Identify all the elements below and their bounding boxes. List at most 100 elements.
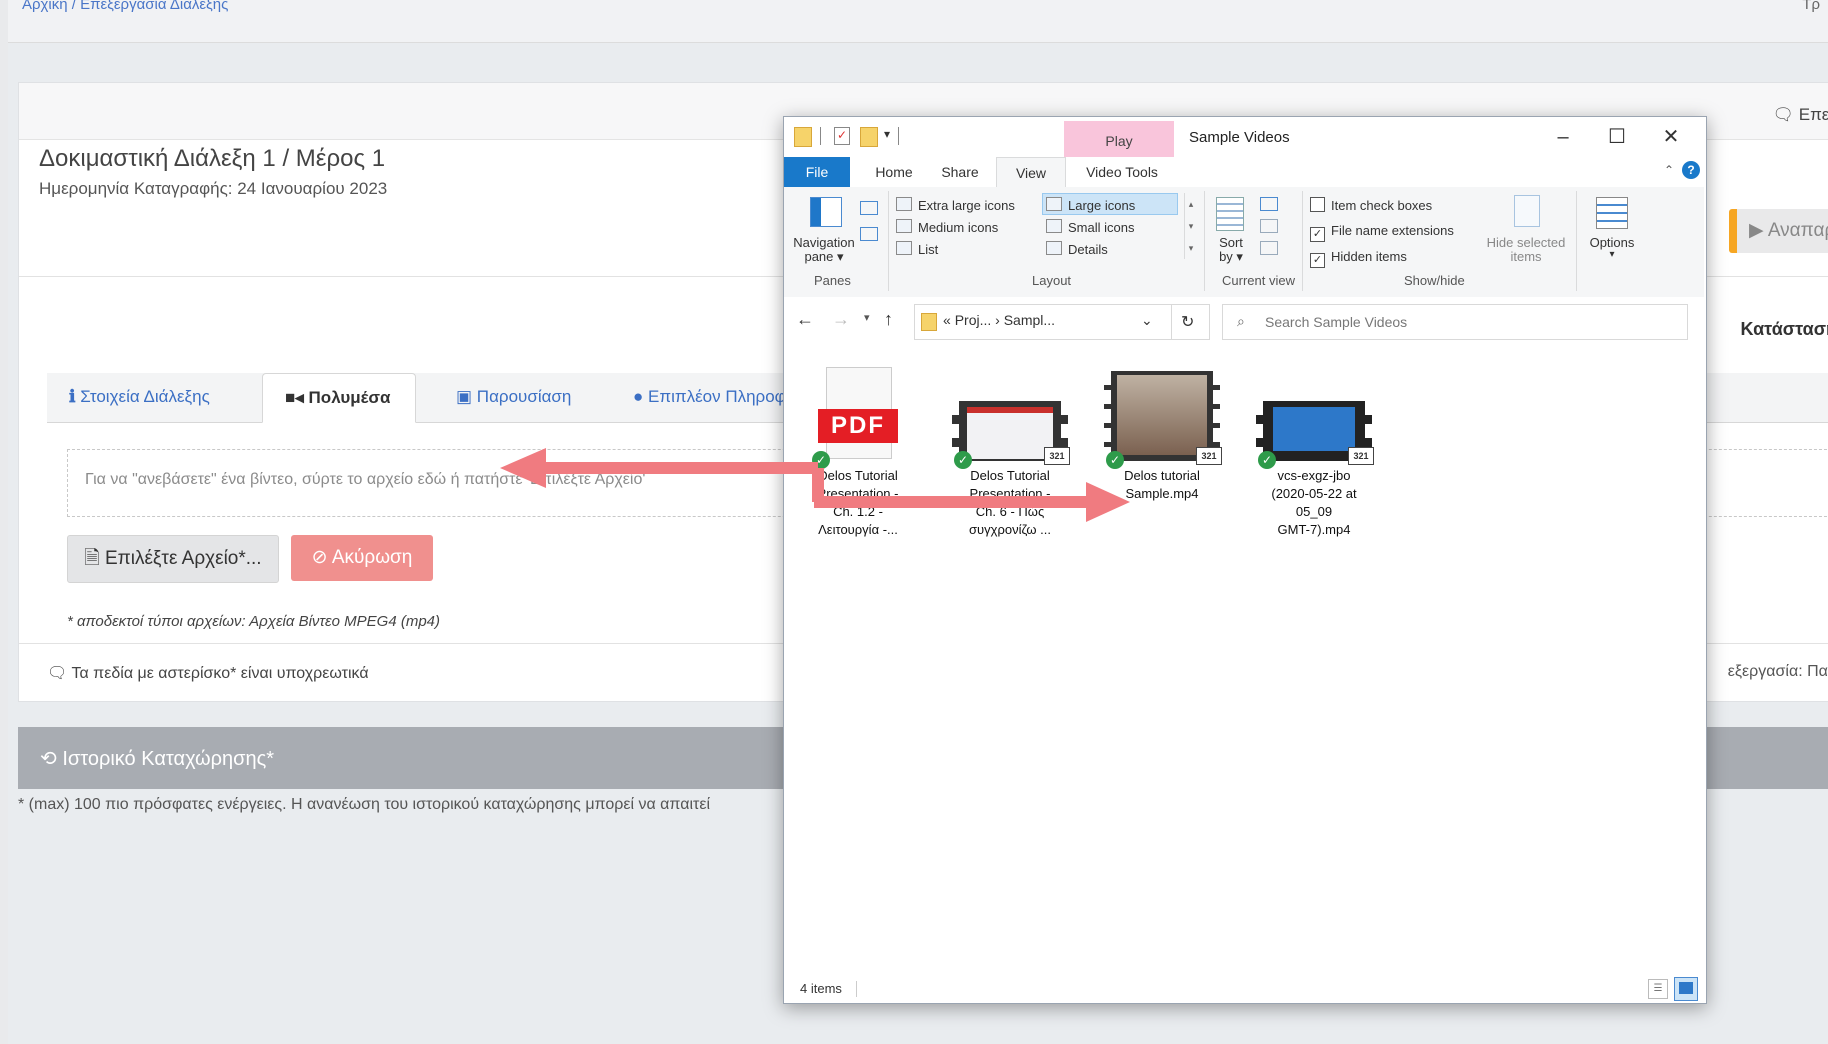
back-icon[interactable]: ← — [796, 309, 814, 330]
file-name-extensions-toggle[interactable]: ✓ File name extensions — [1310, 223, 1454, 242]
sort-by-label-2[interactable]: by ▾ — [1214, 249, 1248, 265]
sort-by-label[interactable]: Sort — [1214, 235, 1248, 250]
choose-file-button[interactable]: 🗎 Επιλέξτε Αρχείο*... — [67, 535, 279, 583]
minimize-icon[interactable]: – — [1540, 123, 1586, 151]
video-badge-icon: 321 — [1044, 447, 1070, 465]
details-icon — [1046, 241, 1062, 255]
navigation-pane-icon[interactable] — [810, 197, 842, 227]
tab-label: Επιπλέον Πληροφο — [648, 387, 796, 406]
layout-list[interactable]: List — [896, 241, 938, 257]
hide-selected-items-icon[interactable] — [1514, 195, 1540, 227]
play-icon: ▶ — [1749, 220, 1768, 241]
file-item[interactable]: ✓ 321 Delos tutorial Sample.mp4 — [1098, 367, 1226, 503]
file-item[interactable]: ✓ 321 vcs-exgz-jbo (2020-05-22 at 05_09 … — [1250, 367, 1378, 539]
refresh-icon[interactable]: ↻ — [1181, 312, 1194, 332]
item-check-boxes-toggle[interactable]: Item check boxes — [1310, 197, 1432, 213]
drop-zone-text: Για να "ανεβάσετε" ένα βίντεο, σύρτε το … — [85, 471, 646, 488]
play-label: Αναπαρ — [1767, 220, 1828, 241]
layout-details[interactable]: Details — [1046, 241, 1108, 257]
options-icon[interactable] — [1596, 197, 1628, 229]
up-icon[interactable]: ↑ — [884, 309, 893, 330]
address-field[interactable]: « Proj... › Sampl... ⌄ ↻ — [914, 304, 1210, 340]
details-pane-icon[interactable] — [860, 227, 878, 241]
large-icons-view-icon[interactable] — [1674, 977, 1698, 1001]
file-item[interactable]: ✓ 321 Delos Tutorial Presentation - Ch. … — [946, 367, 1074, 539]
quick-access-dropdown-icon[interactable]: ▾ — [884, 127, 890, 141]
toggle-label: Item check boxes — [1331, 198, 1433, 213]
window-title: Sample Videos — [1189, 129, 1290, 146]
preview-pane-icon[interactable] — [860, 201, 878, 215]
tab-lecture-info[interactable]: ℹ Στοιχεία Διάλεξης — [47, 373, 232, 421]
group-separator — [1302, 191, 1303, 291]
tab-home[interactable]: Home — [864, 157, 924, 187]
chevron-down-icon[interactable]: ⌄ — [1141, 312, 1153, 329]
status-bar: 4 items ☰ — [784, 975, 1704, 1003]
size-columns-icon[interactable] — [1260, 241, 1278, 255]
file-explorer-window[interactable]: ✓ ▾ Play Sample Videos – ☐ ✕ File Home S… — [783, 116, 1707, 1004]
cancel-button[interactable]: ⊘ Ακύρωση — [291, 535, 433, 581]
medium-icons-icon — [896, 219, 912, 233]
address-part[interactable]: Sampl... — [1004, 312, 1055, 328]
tab-presentation[interactable]: ▣ Παρουσίαση — [434, 373, 593, 421]
checkbox-checked-icon: ✓ — [1310, 253, 1325, 268]
top-right-text: Τρ — [1802, 0, 1820, 13]
hide-selected-items-label-2[interactable]: items — [1484, 249, 1568, 264]
layout-scroll-icon[interactable]: ▴ ▾ ▾ — [1184, 193, 1197, 259]
file-item[interactable]: PDF ✓ Delos Tutorial Presentation - Ch. … — [794, 367, 922, 539]
ban-icon: ⊘ — [311, 547, 332, 568]
show-hide-group-label: Show/hide — [1404, 273, 1465, 288]
help-icon[interactable]: ? — [1682, 161, 1700, 179]
recent-locations-icon[interactable]: ▾ — [864, 311, 870, 324]
close-icon[interactable]: ✕ — [1648, 123, 1694, 151]
file-name: 05_09 — [1295, 504, 1333, 519]
small-icons-icon — [1046, 219, 1062, 233]
file-name: Ch. 6 - Πώς — [975, 504, 1045, 519]
tab-view[interactable]: View — [996, 157, 1066, 188]
tab-share[interactable]: Share — [930, 157, 990, 187]
collapse-ribbon-icon[interactable]: ⌃ — [1664, 163, 1674, 177]
search-field[interactable]: ⌕ Search Sample Videos — [1222, 304, 1688, 340]
breadcrumb[interactable]: Αρχική / Επεξεργασία Διάλεξης — [22, 0, 228, 13]
list-icon — [896, 241, 912, 255]
history-title: ⟲ Ιστορικό Καταχώρησης* — [40, 746, 274, 771]
add-columns-icon[interactable] — [1260, 219, 1278, 233]
layout-group-label: Layout — [1032, 273, 1072, 288]
options-label[interactable]: Options — [1584, 235, 1640, 250]
sort-by-icon[interactable] — [1216, 197, 1244, 231]
options-dropdown-icon[interactable]: ▾ — [1584, 249, 1640, 260]
hide-selected-items-label[interactable]: Hide selected — [1484, 235, 1568, 250]
maximize-icon[interactable]: ☐ — [1594, 123, 1640, 151]
layout-label: Details — [1068, 242, 1108, 257]
details-view-icon[interactable]: ☰ — [1648, 979, 1668, 999]
hidden-items-toggle[interactable]: ✓ Hidden items — [1310, 249, 1407, 268]
group-by-icon[interactable] — [1260, 197, 1278, 211]
recording-date: Ημερομηνία Καταγραφής: 24 Ιανουαρίου 202… — [39, 179, 388, 198]
address-part[interactable]: Proj... — [955, 312, 992, 328]
tab-label: Πολυμέσα — [308, 388, 391, 407]
file-name: Delos tutorial — [1124, 468, 1200, 483]
title-bar[interactable]: ✓ ▾ Play Sample Videos – ☐ ✕ — [784, 117, 1704, 157]
layout-extra-large-icons[interactable]: Extra large icons — [896, 197, 1015, 213]
play-button[interactable]: ▶ Αναπαρ — [1737, 209, 1828, 253]
video-camera-icon: ■◂ — [285, 388, 309, 407]
forward-icon[interactable]: → — [832, 309, 850, 330]
tab-video-tools[interactable]: Video Tools — [1072, 157, 1172, 187]
layout-label: Large icons — [1068, 198, 1136, 213]
layout-medium-icons[interactable]: Medium icons — [896, 219, 998, 235]
tab-multimedia[interactable]: ■◂ Πολυμέσα — [262, 373, 416, 423]
sync-check-icon: ✓ — [954, 451, 972, 469]
properties-icon[interactable]: ✓ — [834, 127, 850, 145]
video-badge-icon: 321 — [1348, 447, 1374, 465]
file-icon: 🗎 — [84, 548, 105, 569]
file-name: vcs-exgz-jbo — [1277, 468, 1351, 483]
navigation-pane-label-2[interactable]: pane ▾ — [792, 249, 856, 265]
navigation-pane-label[interactable]: Navigation — [792, 235, 856, 250]
tab-file[interactable]: File — [784, 157, 850, 187]
divider — [820, 127, 821, 145]
comments-link[interactable]: 🗨 Επεξ — [1772, 105, 1828, 125]
pdf-label: PDF — [818, 409, 898, 443]
layout-small-icons[interactable]: Small icons — [1046, 219, 1134, 235]
new-folder-icon[interactable] — [860, 127, 878, 147]
folder-icon — [794, 127, 812, 147]
layout-large-icons[interactable]: Large icons — [1046, 197, 1135, 213]
